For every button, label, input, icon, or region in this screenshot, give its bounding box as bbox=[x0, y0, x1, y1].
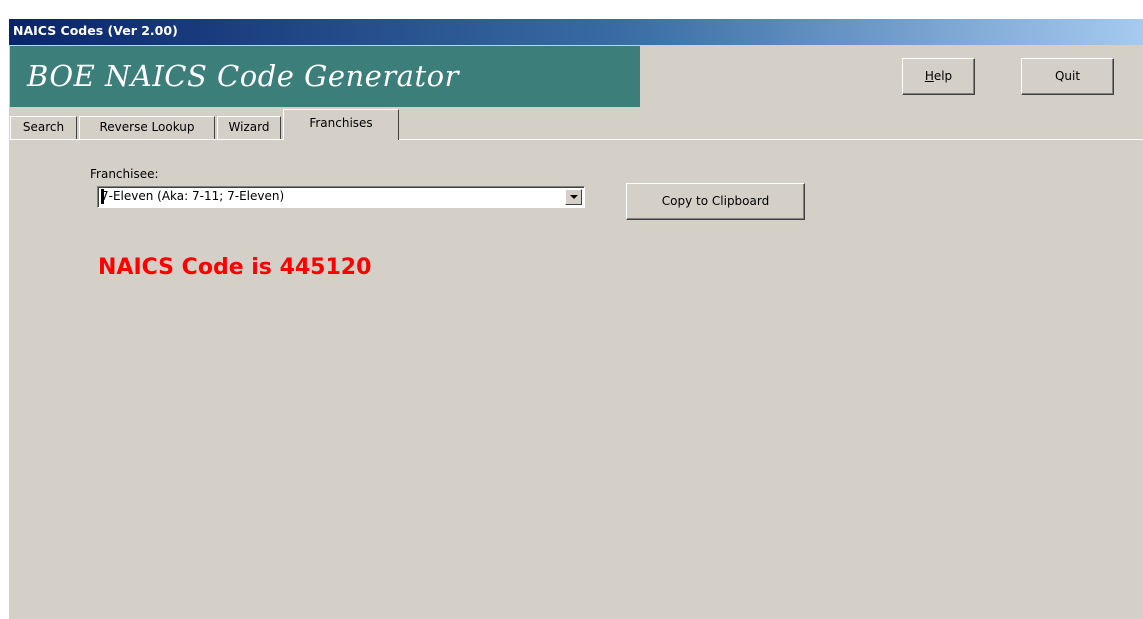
copy-button-label: Copy to Clipboard bbox=[661, 194, 770, 208]
tab-reverse-lookup[interactable]: Reverse Lookup bbox=[79, 116, 215, 139]
help-button[interactable]: Help bbox=[902, 58, 975, 95]
text-cursor bbox=[101, 189, 104, 204]
franchisee-select-value: 7-Eleven (Aka: 7-11; 7-Eleven) bbox=[101, 189, 285, 203]
copy-to-clipboard-button[interactable]: Copy to Clipboard bbox=[626, 183, 805, 220]
help-button-label: Help bbox=[925, 69, 952, 83]
tab-franchises[interactable]: Franchises bbox=[283, 109, 399, 140]
tab-strip: Search Reverse Lookup Wizard Franchises bbox=[9, 107, 1143, 140]
app-window: NAICS Codes (Ver 2.00) BOE NAICS Code Ge… bbox=[8, 19, 1143, 619]
franchisee-select[interactable]: 7-Eleven (Aka: 7-11; 7-Eleven) bbox=[97, 186, 585, 208]
tab-search[interactable]: Search bbox=[10, 116, 77, 139]
chevron-down-icon bbox=[570, 195, 578, 199]
title-bar[interactable]: NAICS Codes (Ver 2.00) bbox=[9, 19, 1143, 45]
help-mnemonic: H bbox=[924, 69, 934, 83]
quit-button-label: Quit bbox=[1054, 69, 1081, 83]
banner-title: BOE NAICS Code Generator bbox=[27, 59, 459, 93]
tab-divider bbox=[9, 139, 1143, 140]
naics-result-text: NAICS Code is 445120 bbox=[98, 255, 372, 280]
franchisee-label: Franchisee: bbox=[90, 167, 159, 181]
quit-button[interactable]: Quit bbox=[1021, 58, 1114, 95]
app-banner: BOE NAICS Code Generator bbox=[10, 46, 640, 107]
help-label-rest: elp bbox=[933, 69, 953, 83]
window-title: NAICS Codes (Ver 2.00) bbox=[13, 23, 178, 38]
tab-wizard[interactable]: Wizard bbox=[217, 116, 281, 139]
franchisee-dropdown-button[interactable] bbox=[565, 189, 582, 205]
